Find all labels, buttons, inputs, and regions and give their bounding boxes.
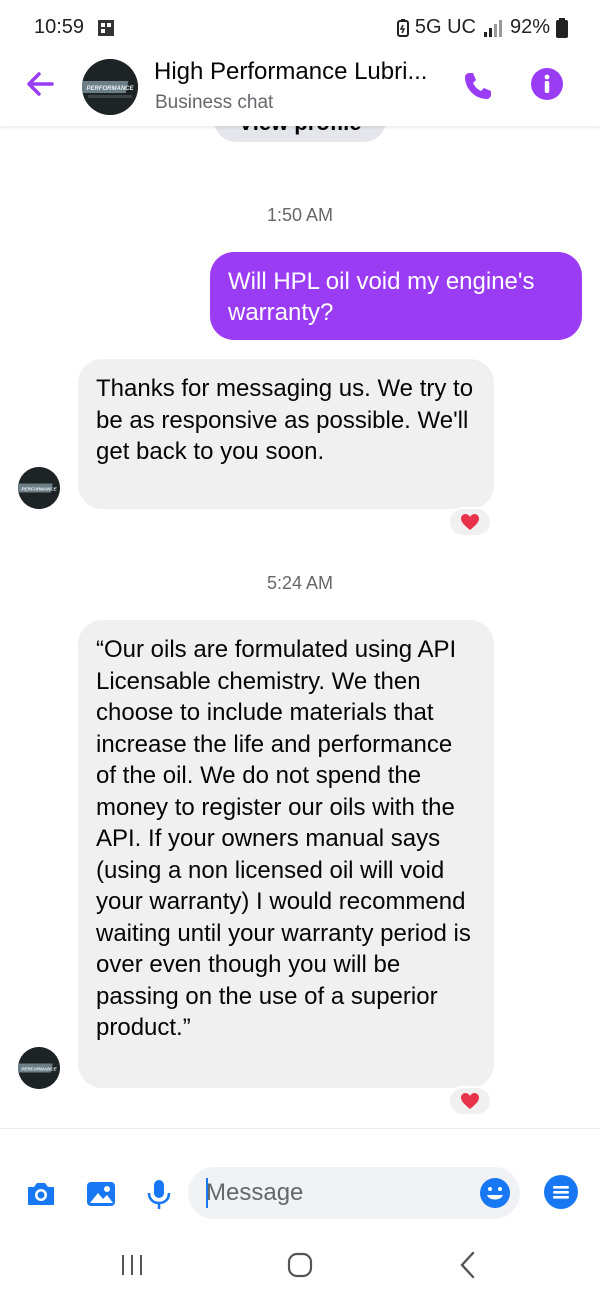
heart-reaction[interactable] bbox=[448, 507, 492, 537]
svg-text:PERFORMANCE: PERFORMANCE bbox=[86, 86, 134, 92]
heart-icon bbox=[461, 514, 479, 530]
system-nav-bar bbox=[0, 1238, 600, 1300]
svg-text:PERFORMANCE: PERFORMANCE bbox=[21, 486, 57, 491]
signal-icon bbox=[483, 19, 502, 37]
arrow-left-icon[interactable] bbox=[22, 64, 58, 104]
incoming-message[interactable]: “Our oils are formulated using API Licen… bbox=[78, 620, 494, 1088]
menu-icon[interactable] bbox=[544, 1175, 578, 1209]
network-label: 5G UC bbox=[414, 16, 476, 38]
battery-icon bbox=[556, 17, 568, 38]
hpl-logo-icon: PERFORMANCE bbox=[82, 59, 138, 115]
status-indicators: 5G UC 92% bbox=[396, 16, 568, 39]
outgoing-message[interactable]: Will HPL oil void my engine's warranty? bbox=[210, 252, 582, 340]
image-icon[interactable] bbox=[84, 1177, 118, 1211]
battery-saver-icon bbox=[396, 18, 409, 37]
camera-icon[interactable] bbox=[24, 1177, 58, 1211]
business-avatar[interactable]: PERFORMANCE bbox=[82, 59, 138, 115]
info-icon[interactable] bbox=[530, 67, 564, 101]
microphone-icon[interactable] bbox=[142, 1177, 176, 1211]
chat-header: PERFORMANCE High Performance Lubri... Bu… bbox=[0, 44, 600, 126]
incoming-message[interactable]: Thanks for messaging us. We try to be as… bbox=[78, 359, 494, 509]
chat-subtitle: Business chat bbox=[155, 92, 274, 113]
hpl-logo-icon: PERFORMANCE bbox=[18, 467, 60, 509]
text-cursor bbox=[206, 1178, 208, 1208]
sim-card-icon bbox=[98, 20, 114, 36]
heart-icon bbox=[461, 1093, 479, 1109]
svg-text:PERFORMANCE: PERFORMANCE bbox=[21, 1066, 57, 1071]
timestamp: 1:50 AM bbox=[266, 205, 334, 225]
status-time: 10:59 bbox=[34, 16, 85, 38]
home-icon[interactable] bbox=[280, 1250, 320, 1280]
chat-title[interactable]: High Performance Lubri... bbox=[154, 58, 427, 86]
recent-apps-icon[interactable] bbox=[112, 1250, 152, 1280]
hpl-logo-icon: PERFORMANCE bbox=[18, 1047, 60, 1089]
sender-avatar[interactable]: PERFORMANCE bbox=[18, 467, 60, 509]
back-nav-icon[interactable] bbox=[448, 1250, 488, 1280]
phone-icon[interactable] bbox=[460, 68, 496, 104]
message-composer bbox=[0, 1128, 600, 1238]
sender-avatar[interactable]: PERFORMANCE bbox=[18, 1047, 60, 1089]
heart-reaction[interactable] bbox=[448, 1086, 492, 1116]
emoji-icon[interactable] bbox=[478, 1176, 512, 1210]
message-input[interactable] bbox=[188, 1167, 520, 1219]
timestamp: 5:24 AM bbox=[266, 573, 334, 593]
battery-percent: 92% bbox=[509, 16, 550, 38]
